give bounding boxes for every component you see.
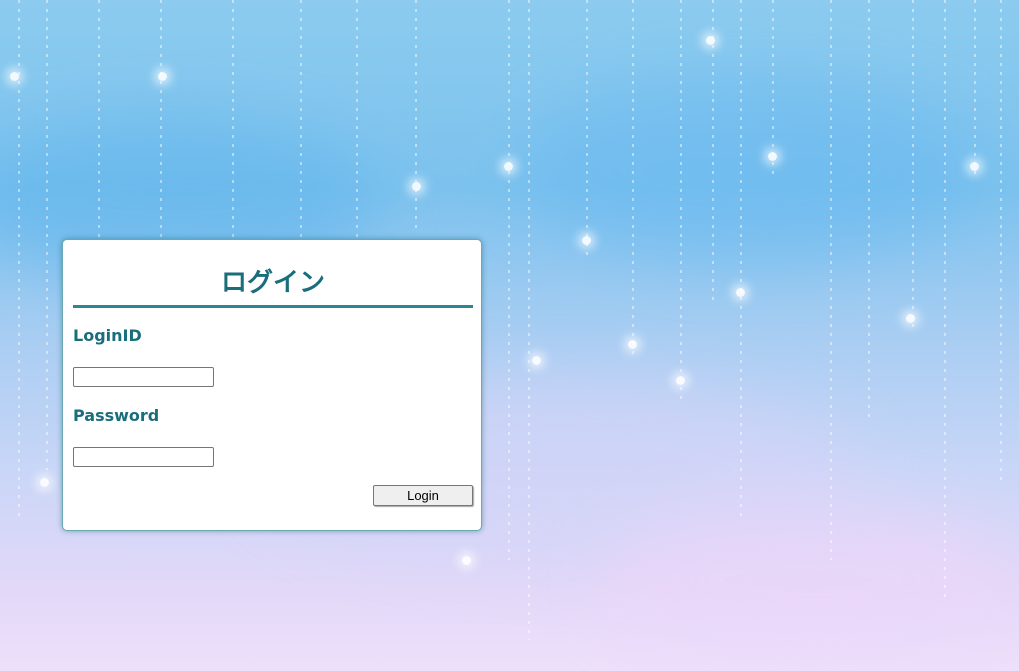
password-input[interactable] [73,447,214,467]
login-id-label: LoginID [73,326,142,345]
password-label: Password [73,406,160,425]
login-title: ログイン [220,268,325,298]
login-id-input[interactable] [73,367,214,387]
login-button[interactable]: Login [373,485,473,506]
login-panel: ログイン LoginID Password Login [62,239,482,531]
title-divider [73,305,473,308]
